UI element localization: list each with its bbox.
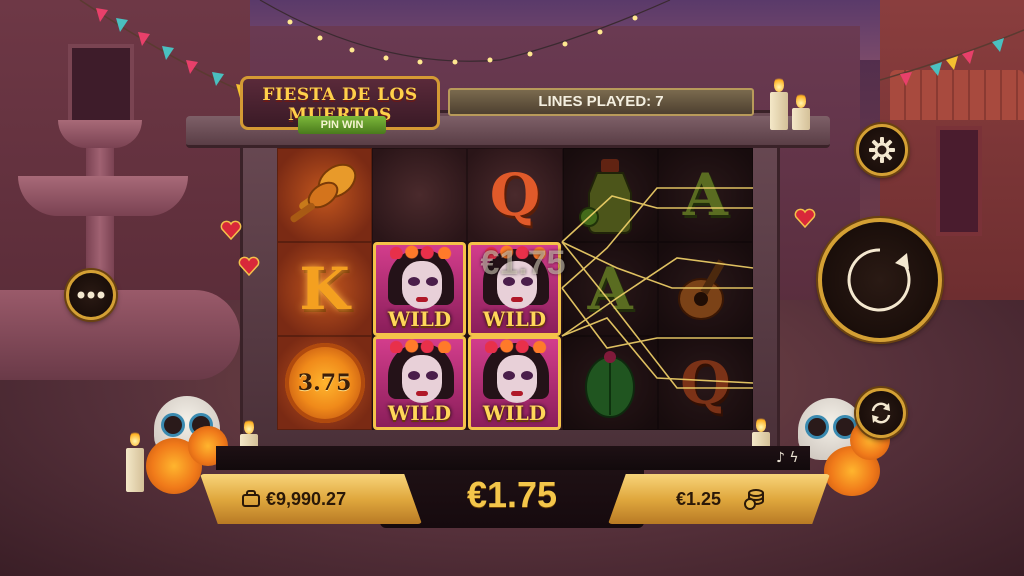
- lines-played-display: LINES PLAYED: 7: [448, 88, 754, 116]
- candle-flame: [244, 418, 254, 434]
- wild-symbol: WILD: [468, 336, 561, 430]
- gear-icon: [869, 137, 895, 163]
- heart-icon: [794, 208, 816, 228]
- reel-cell-maracas: [277, 148, 373, 242]
- symbol-a: A: [682, 161, 728, 229]
- building-window: [68, 44, 134, 126]
- settings-button[interactable]: [856, 124, 908, 176]
- bet-value: €1.25: [676, 489, 722, 509]
- maracas-icon: [290, 163, 356, 223]
- candle: [770, 92, 788, 130]
- cactus-icon: [585, 351, 636, 418]
- heart-icon: [220, 220, 242, 240]
- reel-cell-wild-slot: [372, 148, 468, 242]
- wild-label: WILD: [387, 307, 452, 331]
- spin-button[interactable]: [818, 218, 942, 342]
- reel-cell-guitar: [657, 242, 753, 336]
- total-win-value: €1.75: [466, 474, 558, 515]
- autoplay-icon: [871, 402, 891, 424]
- sound-turbo-indicators[interactable]: ♪ ϟ: [776, 450, 799, 466]
- fountain-basin: [0, 290, 240, 380]
- wild-label: WILD: [482, 307, 547, 331]
- symbol-q: Q: [680, 349, 731, 417]
- building-door: [936, 126, 982, 236]
- candle: [126, 448, 144, 492]
- bet-panel[interactable]: €1.25: [608, 474, 830, 524]
- reel-cell-K: K: [277, 242, 373, 336]
- win-amount-overlay: €1.75: [480, 244, 566, 282]
- tiled-roof: [890, 70, 1024, 120]
- game-scene: Q A K A 3.75 Q WILD WILD WILD WILD €1.75…: [0, 0, 1024, 576]
- coins-icon: [744, 489, 764, 510]
- candle-flame: [774, 76, 784, 92]
- reel-cell-cash: 3.75: [277, 336, 373, 430]
- tequila-bottle-icon: [579, 159, 633, 234]
- symbol-q: Q: [489, 161, 541, 229]
- menu-button[interactable]: [66, 270, 116, 320]
- reel-cell-cactus: [562, 336, 658, 430]
- bottom-bar-strip: [216, 446, 810, 470]
- wild-label: WILD: [482, 401, 547, 425]
- wild-symbol: WILD: [373, 336, 466, 430]
- candle-flame: [796, 92, 806, 108]
- logo-subtitle: PIN WIN: [298, 116, 386, 134]
- symbol-a: A: [587, 255, 633, 323]
- spin-arrow-icon: [847, 248, 911, 312]
- cash-value: 3.75: [297, 370, 352, 396]
- wild-symbol: WILD: [373, 242, 466, 336]
- reel-cell-A: A: [657, 148, 753, 242]
- candle-flame: [756, 416, 766, 432]
- reel-cell-Q: Q: [467, 148, 563, 242]
- candle: [792, 108, 810, 130]
- candle-flame: [130, 430, 140, 446]
- guitar-icon: [678, 259, 726, 320]
- wild-label: WILD: [387, 401, 452, 425]
- autoplay-button[interactable]: [856, 388, 906, 438]
- balance-value: €9,990.27: [266, 489, 347, 509]
- background-building-left: [0, 0, 250, 330]
- fountain-bowl: [18, 176, 188, 216]
- heart-icon: [238, 256, 260, 276]
- symbol-k: K: [299, 255, 350, 323]
- reel-cell-Q: Q: [657, 336, 753, 430]
- reel-cell-tequila: [562, 148, 658, 242]
- ellipsis-icon: [77, 291, 105, 299]
- wallet-icon: [242, 490, 260, 507]
